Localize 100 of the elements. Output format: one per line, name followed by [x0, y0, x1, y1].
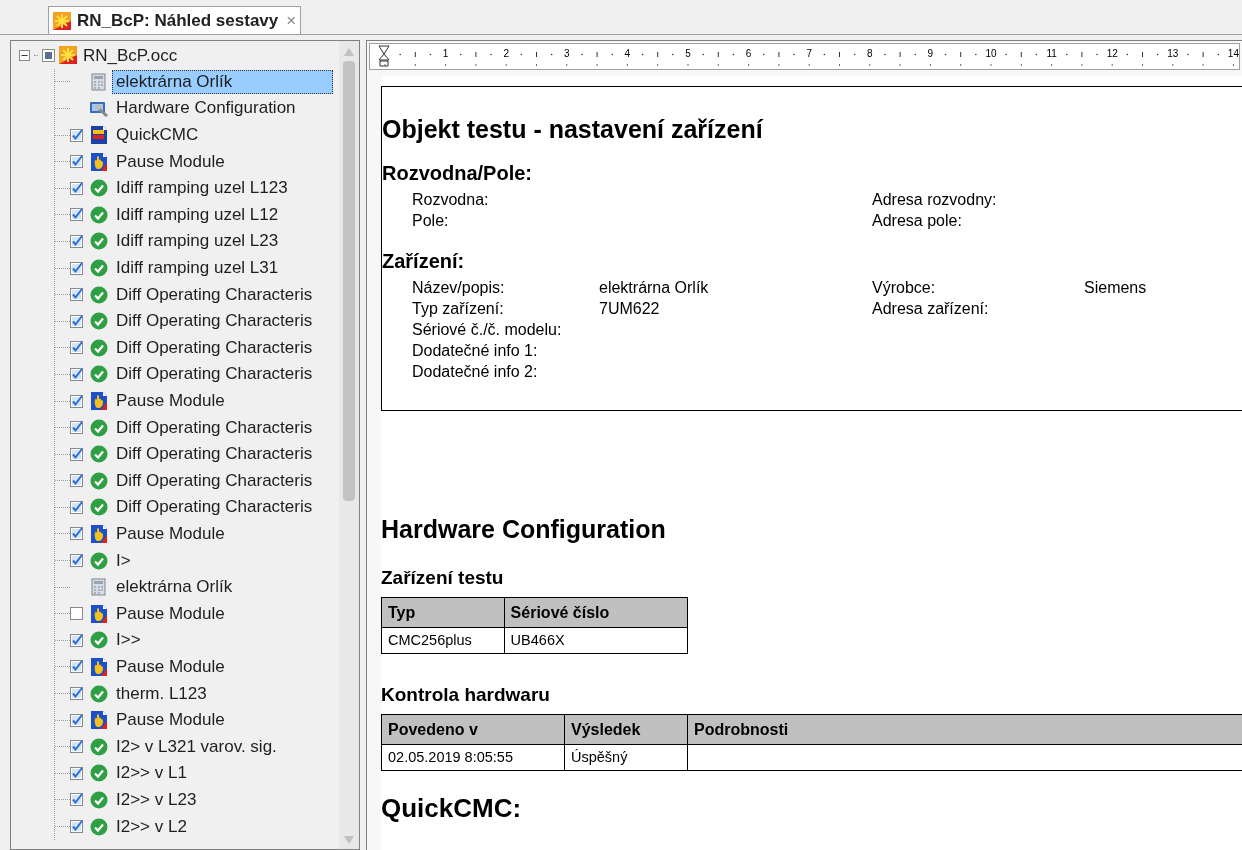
tree-item[interactable]: I2> v L321 varov. sig. [112, 734, 281, 759]
field-value: 7UM622 [599, 300, 660, 317]
field-label: Název/popis: [412, 279, 505, 296]
report-tab[interactable]: RN_BcP: Náhled sestavy × [48, 6, 302, 34]
tree-item[interactable]: Diff Operating Characteris [112, 468, 317, 493]
field-label: Adresa rozvodny: [872, 191, 997, 208]
field-value: elektrárna Orlík [599, 279, 709, 296]
tree-item[interactable]: therm. L123 [112, 681, 211, 706]
tree-item[interactable]: I> [112, 548, 135, 573]
tree-item[interactable]: Diff Operating Characteris [112, 309, 317, 334]
checkbox[interactable] [70, 314, 83, 328]
report-heading: QuickCMC: [381, 793, 523, 823]
tree-item[interactable]: I2>> v L1 [112, 761, 191, 786]
checkbox[interactable] [70, 394, 83, 408]
check-circle-icon [90, 790, 108, 809]
tree-item[interactable]: RN_BcP.occ [83, 42, 178, 69]
tree-item[interactable]: QuickCMC [112, 123, 203, 148]
check-circle-icon [90, 365, 108, 384]
checkbox[interactable] [70, 713, 83, 727]
checkbox[interactable] [70, 155, 83, 169]
check-circle-icon [90, 259, 108, 278]
checkbox[interactable] [70, 820, 83, 833]
indent-marker-icon[interactable] [378, 45, 390, 67]
column-header: Podrobnosti [687, 715, 1242, 744]
device-icon [90, 72, 108, 91]
tree-item[interactable]: Pause Module [112, 522, 229, 546]
checkbox[interactable] [70, 367, 83, 381]
tree-item[interactable]: I2>> v L2 [112, 814, 191, 839]
check-circle-icon [90, 418, 108, 437]
table-title: Kontrola hardwaru [381, 684, 551, 706]
tree-item[interactable]: Pause Module [112, 601, 229, 626]
tree-item[interactable]: Pause Module [112, 149, 229, 174]
section-heading: Rozvodna/Pole: [382, 161, 533, 185]
checkbox[interactable] [70, 181, 83, 195]
section-heading: Zařízení: [382, 249, 466, 273]
tree-item[interactable]: Idiff ramping uzel L12 [112, 202, 283, 227]
checkbox[interactable] [70, 660, 83, 674]
check-circle-icon [90, 551, 108, 570]
collapse-icon[interactable] [19, 49, 30, 61]
scrollbar-thumb[interactable] [343, 61, 355, 501]
checkbox[interactable] [70, 447, 83, 461]
tree-item[interactable]: I>> [112, 628, 145, 653]
hand-icon [90, 657, 108, 676]
table-cell-text: UB466X [510, 630, 565, 650]
checkbox[interactable] [70, 341, 83, 355]
checkbox[interactable] [70, 288, 83, 302]
checkbox[interactable] [70, 261, 83, 275]
checkbox[interactable] [70, 500, 83, 514]
tree-item[interactable]: Diff Operating Characteris [112, 282, 317, 307]
checkbox[interactable] [70, 554, 83, 568]
checkbox[interactable] [70, 633, 83, 647]
check-circle-icon [90, 205, 108, 224]
check-circle-icon [90, 817, 108, 836]
tree-item[interactable]: Diff Operating Characteris [112, 495, 317, 520]
checkbox[interactable] [70, 234, 83, 248]
check-circle-icon [90, 179, 108, 198]
checkbox[interactable] [70, 474, 83, 488]
hand-icon [90, 152, 108, 171]
checkbox[interactable] [70, 766, 83, 780]
tree-item[interactable]: Pause Module [112, 654, 229, 679]
tree-item[interactable]: Diff Operating Characteris [112, 362, 317, 387]
app-icon [53, 11, 71, 30]
checkbox[interactable] [70, 421, 83, 435]
tree-item[interactable]: I2>> v L23 [112, 787, 201, 812]
report-heading: Hardware Configuration [381, 515, 667, 543]
tree-item[interactable]: Diff Operating Characteris [112, 442, 317, 467]
tree-item[interactable]: Idiff ramping uzel L123 [112, 176, 292, 201]
table-cell-text: CMC256plus [388, 630, 472, 650]
table-cell-text: Úspěšný [571, 747, 628, 767]
checkbox[interactable] [70, 527, 83, 541]
checkbox[interactable] [70, 687, 83, 701]
hand-icon [90, 525, 108, 543]
field-label: Dodatečné info 2: [412, 363, 538, 380]
checkbox[interactable] [70, 793, 83, 807]
tree-item[interactable]: Pause Module [112, 708, 229, 733]
tree-item[interactable]: elektrárna Orlík [112, 575, 237, 600]
column-header: Výsledek [564, 715, 687, 744]
column-header: Typ [387, 602, 417, 623]
close-button[interactable]: × [286, 7, 297, 34]
tree-item[interactable]: Diff Operating Characteris [112, 335, 317, 360]
check-circle-icon [90, 631, 108, 650]
tree-item[interactable]: Hardware Configuration [112, 96, 300, 121]
field-label: Výrobce: [872, 279, 936, 296]
checkbox[interactable] [70, 208, 83, 222]
check-circle-icon [90, 498, 108, 517]
checkbox[interactable] [70, 740, 83, 754]
tree-item[interactable]: Pause Module [112, 389, 229, 413]
tree-item[interactable]: elektrárna Orlík [112, 69, 333, 94]
field-label: Rozvodna: [412, 191, 489, 208]
tree-item[interactable]: Idiff ramping uzel L23 [112, 229, 283, 254]
field-label: Typ zařízení: [412, 300, 504, 317]
hand-icon [90, 604, 108, 623]
scrollbar[interactable] [339, 41, 359, 849]
document-icon [90, 126, 108, 145]
tree-item[interactable]: Diff Operating Characteris [112, 415, 317, 440]
checkbox[interactable] [70, 607, 83, 621]
field-label: Sériové č./č. modelu: [412, 321, 562, 338]
checkbox[interactable] [42, 48, 55, 62]
tree-item[interactable]: Idiff ramping uzel L31 [112, 256, 283, 281]
checkbox[interactable] [70, 128, 83, 142]
